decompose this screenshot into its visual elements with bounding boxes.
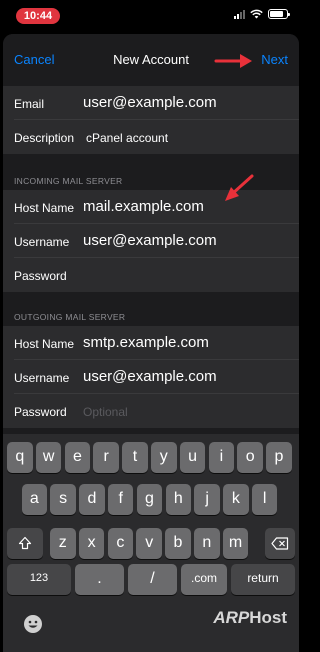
key-e[interactable]: e [64, 442, 91, 473]
outgoing-username-row[interactable]: Username user@example.com [3, 360, 299, 394]
incoming-username-label: Username [14, 235, 70, 249]
incoming-password-label: Password [14, 269, 67, 283]
email-label: Email [14, 97, 45, 111]
slash-key[interactable]: / [128, 564, 177, 595]
new-account-sheet: Cancel New Account Next Email user@examp… [3, 34, 299, 434]
description-field[interactable]: cPanel account [86, 131, 168, 145]
cellular-signal-icon [234, 9, 245, 19]
incoming-password-row[interactable]: Password [3, 258, 299, 292]
key-i[interactable]: i [208, 442, 235, 473]
email-field[interactable]: user@example.com [83, 94, 217, 111]
incoming-username-field[interactable]: user@example.com [83, 232, 217, 249]
key-t[interactable]: t [122, 442, 148, 473]
key-h[interactable]: h [165, 484, 192, 515]
key-b[interactable]: b [165, 528, 191, 559]
shift-icon [18, 536, 32, 550]
key-o[interactable]: o [237, 442, 263, 473]
status-icons [234, 9, 290, 19]
email-row[interactable]: Email user@example.com [3, 86, 299, 120]
key-g[interactable]: g [136, 484, 163, 515]
outgoing-username-label: Username [14, 371, 70, 385]
key-m[interactable]: m [222, 528, 249, 559]
shift-key[interactable] [7, 528, 43, 559]
outgoing-host-row[interactable]: Host Name smtp.example.com [3, 326, 299, 360]
watermark-logo: ARPHost [213, 608, 287, 628]
annotation-arrow-icon [214, 54, 252, 68]
outgoing-username-field[interactable]: user@example.com [83, 368, 217, 385]
watermark-prefix: ARP [213, 608, 250, 627]
page-title: New Account [113, 52, 189, 67]
keyboard: qwertyuiop asdfghjkl zxcvbnm 123 . / .co… [3, 434, 299, 652]
incoming-username-row[interactable]: Username user@example.com [3, 224, 299, 258]
outgoing-password-row[interactable]: Password Optional [3, 394, 299, 428]
incoming-host-label: Host Name [14, 201, 75, 215]
outgoing-password-field[interactable]: Optional [83, 405, 128, 419]
backspace-icon [271, 536, 289, 550]
key-z[interactable]: z [50, 528, 76, 559]
key-r[interactable]: r [93, 442, 119, 473]
key-f[interactable]: f [107, 484, 134, 515]
wifi-icon [250, 9, 263, 19]
annotation-arrow-icon [225, 174, 254, 201]
outgoing-password-label: Password [14, 405, 67, 419]
key-w[interactable]: w [35, 442, 62, 473]
dot-key[interactable]: . [75, 564, 124, 595]
key-v[interactable]: v [136, 528, 162, 559]
key-s[interactable]: s [50, 484, 76, 515]
dotcom-key[interactable]: .com [181, 564, 227, 595]
key-d[interactable]: d [79, 484, 105, 515]
return-key[interactable]: return [231, 564, 295, 595]
outgoing-host-field[interactable]: smtp.example.com [83, 334, 209, 351]
incoming-host-field[interactable]: mail.example.com [83, 198, 204, 215]
incoming-section-header: INCOMING MAIL SERVER [14, 176, 123, 186]
key-j[interactable]: j [194, 484, 220, 515]
key-x[interactable]: x [78, 528, 105, 559]
backspace-key[interactable] [265, 528, 295, 559]
description-label: Description [14, 131, 75, 145]
key-k[interactable]: k [223, 484, 249, 515]
key-p[interactable]: p [266, 442, 292, 473]
status-time: 10:44 [16, 8, 60, 24]
key-a[interactable]: a [21, 484, 48, 515]
key-l[interactable]: l [251, 484, 278, 515]
key-n[interactable]: n [194, 528, 220, 559]
description-row[interactable]: Description cPanel account [3, 120, 299, 154]
status-bar: 10:44 [0, 0, 302, 34]
key-u[interactable]: u [179, 442, 206, 473]
key-c[interactable]: c [107, 528, 134, 559]
key-y[interactable]: y [151, 442, 177, 473]
numbers-key[interactable]: 123 [7, 564, 71, 595]
nav-bar: Cancel New Account Next [3, 34, 299, 86]
battery-icon [268, 9, 290, 19]
watermark-suffix: Host [249, 608, 287, 627]
next-button[interactable]: Next [261, 52, 288, 67]
emoji-icon[interactable] [23, 614, 43, 634]
outgoing-host-label: Host Name [14, 337, 75, 351]
key-q[interactable]: q [7, 442, 33, 473]
outgoing-section-header: OUTGOING MAIL SERVER [14, 312, 126, 322]
